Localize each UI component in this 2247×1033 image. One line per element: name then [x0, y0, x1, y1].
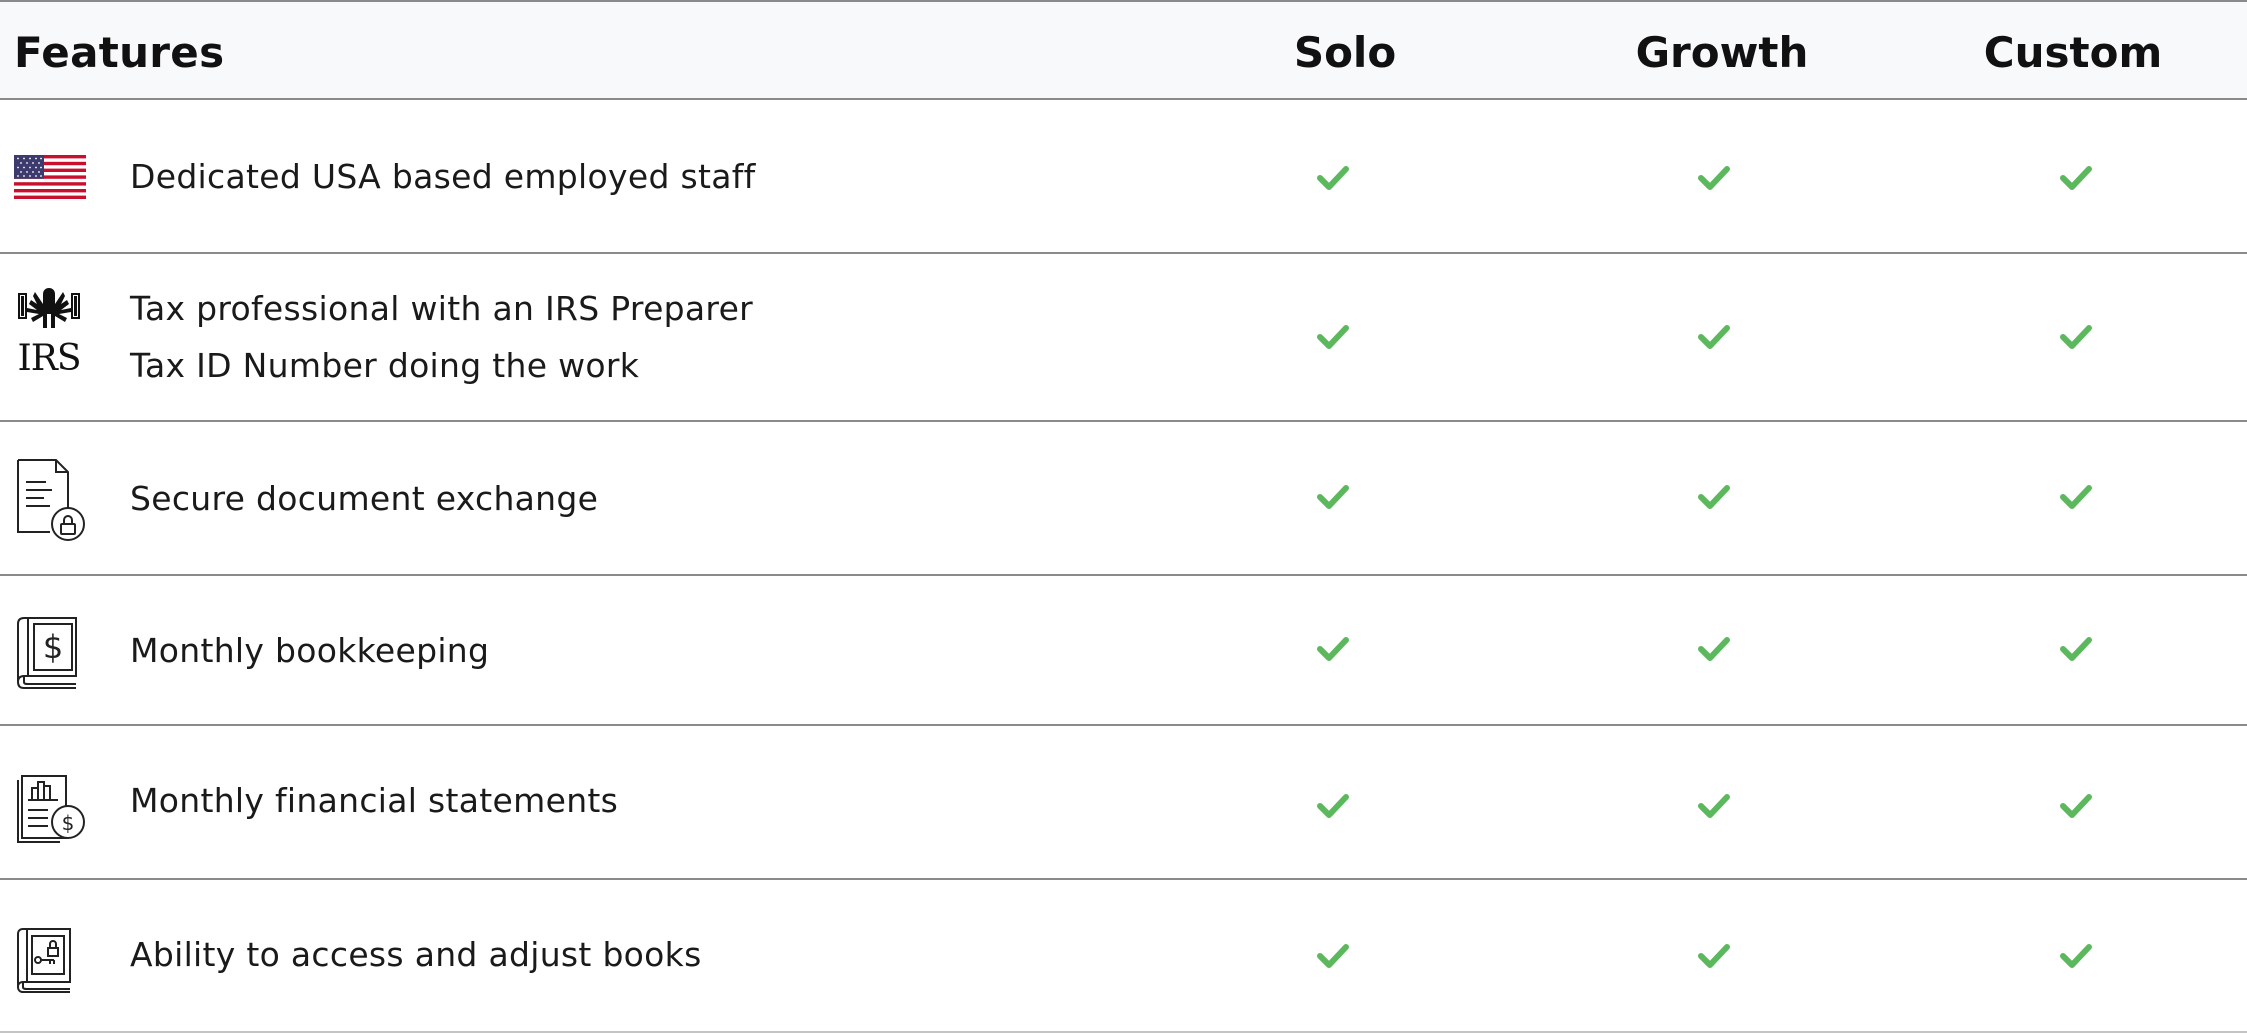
check-icon-solo — [1317, 324, 1349, 350]
plan-header-growth: Growth — [1635, 27, 1809, 77]
check-icon-custom — [2060, 165, 2092, 191]
feature-label: Monthly bookkeeping — [130, 622, 489, 679]
check-icon-growth — [1698, 484, 1730, 510]
check-icon-custom — [2060, 793, 2092, 819]
feature-line: Monthly financial statements — [130, 781, 619, 820]
table-row-irs-preparer: IRS Tax professional with an IRS Prepare… — [0, 254, 2247, 422]
irs-logo-text: IRS — [17, 338, 82, 379]
svg-text:$: $ — [62, 811, 75, 835]
secure-document-icon — [14, 456, 88, 542]
check-icon-custom — [2060, 324, 2092, 350]
feature-line: Tax ID Number doing the work — [130, 346, 640, 385]
table-row-access-books: Ability to access and adjust books — [0, 880, 2247, 1033]
check-icon-solo — [1317, 484, 1349, 510]
plan-header-solo: Solo — [1293, 27, 1397, 77]
table-row-usa-staff: Dedicated USA based employed staff — [0, 100, 2247, 254]
check-icon-solo — [1317, 793, 1349, 819]
check-icon-growth — [1698, 324, 1730, 350]
feature-label: Monthly financial statements — [130, 772, 618, 829]
check-icon-custom — [2060, 484, 2092, 510]
table-row-secure-docs: Secure document exchange — [0, 422, 2247, 576]
irs-logo-icon: IRS — [14, 284, 84, 384]
check-icon-growth — [1698, 165, 1730, 191]
feature-line: Tax professional with an IRS Preparer — [130, 289, 754, 328]
check-icon-solo — [1317, 943, 1349, 969]
table-row-financial-statements: $ Monthly financial statements — [0, 726, 2247, 880]
check-icon-custom — [2060, 943, 2092, 969]
check-icon-growth — [1698, 943, 1730, 969]
table-row-bookkeeping: $ Monthly bookkeeping — [0, 576, 2247, 726]
check-icon-custom — [2060, 636, 2092, 662]
plan-header-custom: Custom — [1983, 27, 2163, 77]
check-icon-growth — [1698, 636, 1730, 662]
table-header-row: Features Solo Growth Custom — [0, 0, 2247, 100]
bookkeeping-book-icon: $ — [14, 614, 88, 692]
feature-label: Tax professional with an IRS Preparer Ta… — [130, 280, 753, 394]
feature-line: Secure document exchange — [130, 479, 599, 518]
access-books-icon — [14, 926, 88, 996]
check-icon-solo — [1317, 636, 1349, 662]
feature-label: Dedicated USA based employed staff — [130, 148, 756, 205]
svg-text:$: $ — [43, 628, 63, 666]
feature-line: Dedicated USA based employed staff — [130, 157, 756, 196]
financial-statements-icon: $ — [14, 772, 88, 844]
usa-flag-icon — [14, 155, 88, 199]
feature-line: Monthly bookkeeping — [130, 631, 490, 670]
features-header: Features — [14, 27, 225, 77]
feature-label: Ability to access and adjust books — [130, 926, 702, 983]
feature-label: Secure document exchange — [130, 470, 598, 527]
feature-line: Ability to access and adjust books — [130, 935, 702, 974]
check-icon-solo — [1317, 165, 1349, 191]
check-icon-growth — [1698, 793, 1730, 819]
